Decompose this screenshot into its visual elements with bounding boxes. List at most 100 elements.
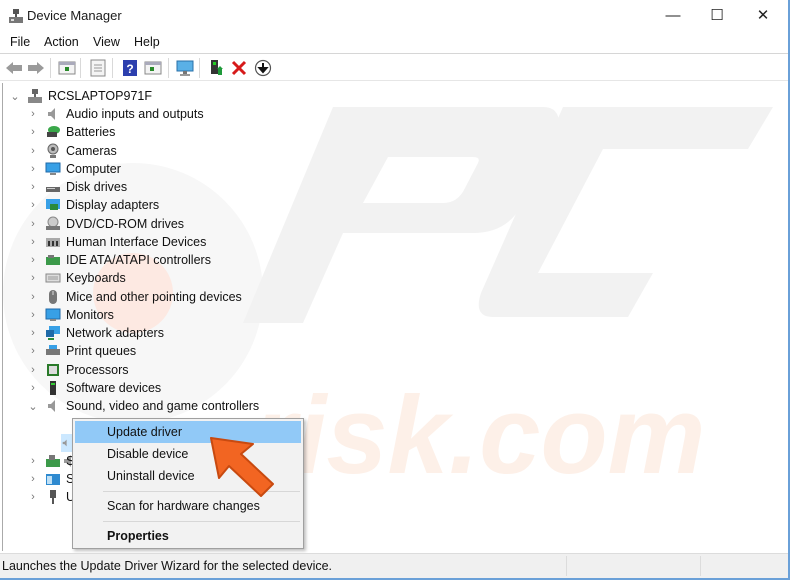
system-devices-icon — [46, 474, 60, 485]
show-hide-action-pane-icon — [144, 61, 162, 75]
chevron-right-icon[interactable]: › — [27, 126, 39, 138]
tree-root-label: RCSLAPTOP971F — [48, 89, 152, 103]
tree-category-sound-video-and-game-controllers[interactable]: ⌄ Sound, video and game controllers — [27, 397, 259, 415]
window-title: Device Manager — [27, 8, 122, 23]
chevron-right-icon[interactable]: › — [27, 163, 39, 175]
uninstall-device-button[interactable] — [229, 58, 249, 78]
tree-category-cameras[interactable]: › Cameras — [27, 142, 117, 160]
context-menu-properties[interactable]: Properties — [75, 525, 301, 547]
forward-arrow-icon — [28, 62, 44, 74]
maximize-button[interactable]: ☐ — [694, 0, 740, 30]
tree-category-network-adapters[interactable]: › Network adapters — [27, 324, 164, 342]
menu-view[interactable]: View — [93, 35, 120, 49]
tree-category-label: Mice and other pointing devices — [66, 289, 242, 304]
chevron-right-icon[interactable]: › — [27, 272, 39, 284]
computer-network-icon — [28, 89, 42, 103]
chevron-right-icon[interactable]: › — [27, 473, 39, 485]
scan-hardware-icon — [176, 60, 194, 76]
network-adapter-icon — [46, 326, 60, 340]
battery-icon — [47, 126, 60, 138]
dvd-drive-icon — [46, 216, 60, 230]
chevron-right-icon[interactable]: › — [27, 254, 39, 266]
close-icon: ✕ — [756, 7, 770, 24]
tree-category-label: Sound, video and game controllers — [66, 399, 260, 413]
chevron-right-icon[interactable]: › — [27, 327, 39, 339]
chevron-right-icon[interactable]: › — [27, 181, 39, 193]
chevron-right-icon[interactable]: › — [27, 455, 39, 467]
tree-category-label: DVD/CD-ROM drives — [66, 216, 185, 231]
chevron-down-icon[interactable]: ⌄ — [27, 400, 39, 413]
chevron-right-icon[interactable]: › — [27, 145, 39, 157]
tree-category-print-queues[interactable]: › Print queues — [27, 342, 136, 360]
device-manager-icon — [9, 9, 23, 23]
tree-category-software-devices[interactable]: › Software devices — [27, 379, 161, 397]
tree-category-usb[interactable]: › U — [27, 488, 75, 506]
device-manager-window: Device Manager — ☐ ✕ File Action View He… — [0, 0, 790, 580]
show-hide-console-tree-button[interactable] — [57, 58, 77, 78]
tree-category-ide-ata-atapi-controllers[interactable]: › IDE ATA/ATAPI controllers — [27, 251, 211, 269]
scan-hardware-button[interactable] — [175, 58, 195, 78]
toolbar-separator — [112, 58, 113, 78]
uninstall-device-icon — [231, 60, 247, 76]
chevron-right-icon[interactable]: › — [27, 108, 39, 120]
tree-category-monitors[interactable]: › Monitors — [27, 306, 114, 324]
usb-icon — [50, 490, 56, 504]
menu-file[interactable]: File — [10, 35, 30, 49]
tree-category-keyboards[interactable]: › Keyboards — [27, 269, 126, 287]
chevron-right-icon[interactable]: › — [27, 291, 39, 303]
tree-category-label: Display adapters — [66, 198, 160, 213]
tree-category-storage[interactable]: › S — [27, 452, 74, 470]
back-button[interactable] — [4, 58, 24, 78]
tree-category-human-interface-devices[interactable]: › Human Interface Devices — [27, 233, 206, 251]
chevron-right-icon[interactable]: › — [27, 382, 39, 394]
chevron-right-icon[interactable]: › — [27, 309, 39, 321]
mouse-icon — [49, 289, 57, 304]
menu-help[interactable]: Help — [134, 35, 160, 49]
maximize-icon: ☐ — [710, 7, 724, 24]
close-button[interactable]: ✕ — [740, 0, 786, 30]
printer-icon — [46, 345, 60, 356]
tree-category-batteries[interactable]: › Batteries — [27, 123, 115, 141]
chevron-right-icon[interactable]: › — [27, 491, 39, 503]
monitor-icon — [45, 308, 61, 321]
minimize-button[interactable]: — — [650, 0, 696, 30]
tree-category-audio-inputs-and-outputs[interactable]: › Audio inputs and outputs — [27, 105, 203, 123]
chevron-right-icon[interactable]: › — [27, 218, 39, 230]
show-hide-action-pane-button[interactable] — [143, 58, 163, 78]
tree-category-label: Computer — [66, 161, 121, 176]
tree-root[interactable]: ⌄ RCSLAPTOP971F — [9, 87, 152, 105]
display-adapter-icon — [46, 199, 60, 211]
chevron-down-icon[interactable]: ⌄ — [9, 90, 21, 103]
tree-category-disk-drives[interactable]: › Disk drives — [27, 178, 127, 196]
menu-action[interactable]: Action — [44, 35, 79, 49]
tree-category-dvd-cd-rom-drives[interactable]: › DVD/CD-ROM drives — [27, 215, 184, 233]
svg-text:risk.com: risk.com — [253, 374, 705, 497]
chevron-right-icon[interactable]: › — [27, 236, 39, 248]
tree-category-system[interactable]: › S — [27, 470, 74, 488]
chevron-right-icon[interactable]: › — [27, 364, 39, 376]
forward-button[interactable] — [26, 58, 46, 78]
properties-button[interactable] — [88, 58, 108, 78]
tree-category-display-adapters[interactable]: › Display adapters — [27, 196, 159, 214]
toolbar-separator — [50, 58, 51, 78]
tree-category-computer[interactable]: › Computer — [27, 160, 121, 178]
tree-category-label: IDE ATA/ATAPI controllers — [66, 253, 211, 267]
disable-device-button[interactable] — [253, 58, 273, 78]
help-button[interactable]: ? — [120, 58, 140, 78]
tree-category-label: Processors — [66, 362, 129, 377]
tree-category-label: Batteries — [66, 125, 116, 140]
tree-category-label: Monitors — [66, 307, 114, 322]
ide-controller-icon — [46, 255, 60, 265]
tree-category-label: Keyboards — [66, 271, 126, 286]
title-bar[interactable]: Device Manager — ☐ ✕ — [0, 0, 788, 32]
toolbar: ? — [0, 53, 788, 81]
tree-category-mice-and-other-pointing-devices[interactable]: › Mice and other pointing devices — [27, 288, 242, 306]
help-icon: ? — [123, 60, 137, 76]
tree-category-processors[interactable]: › Processors — [27, 361, 129, 379]
chevron-right-icon[interactable]: › — [27, 199, 39, 211]
tree-category-label: Network adapters — [66, 326, 164, 340]
chevron-right-icon[interactable]: › — [27, 345, 39, 357]
update-driver-button[interactable] — [206, 58, 226, 78]
properties-icon — [90, 59, 106, 77]
speaker-icon — [62, 439, 67, 447]
